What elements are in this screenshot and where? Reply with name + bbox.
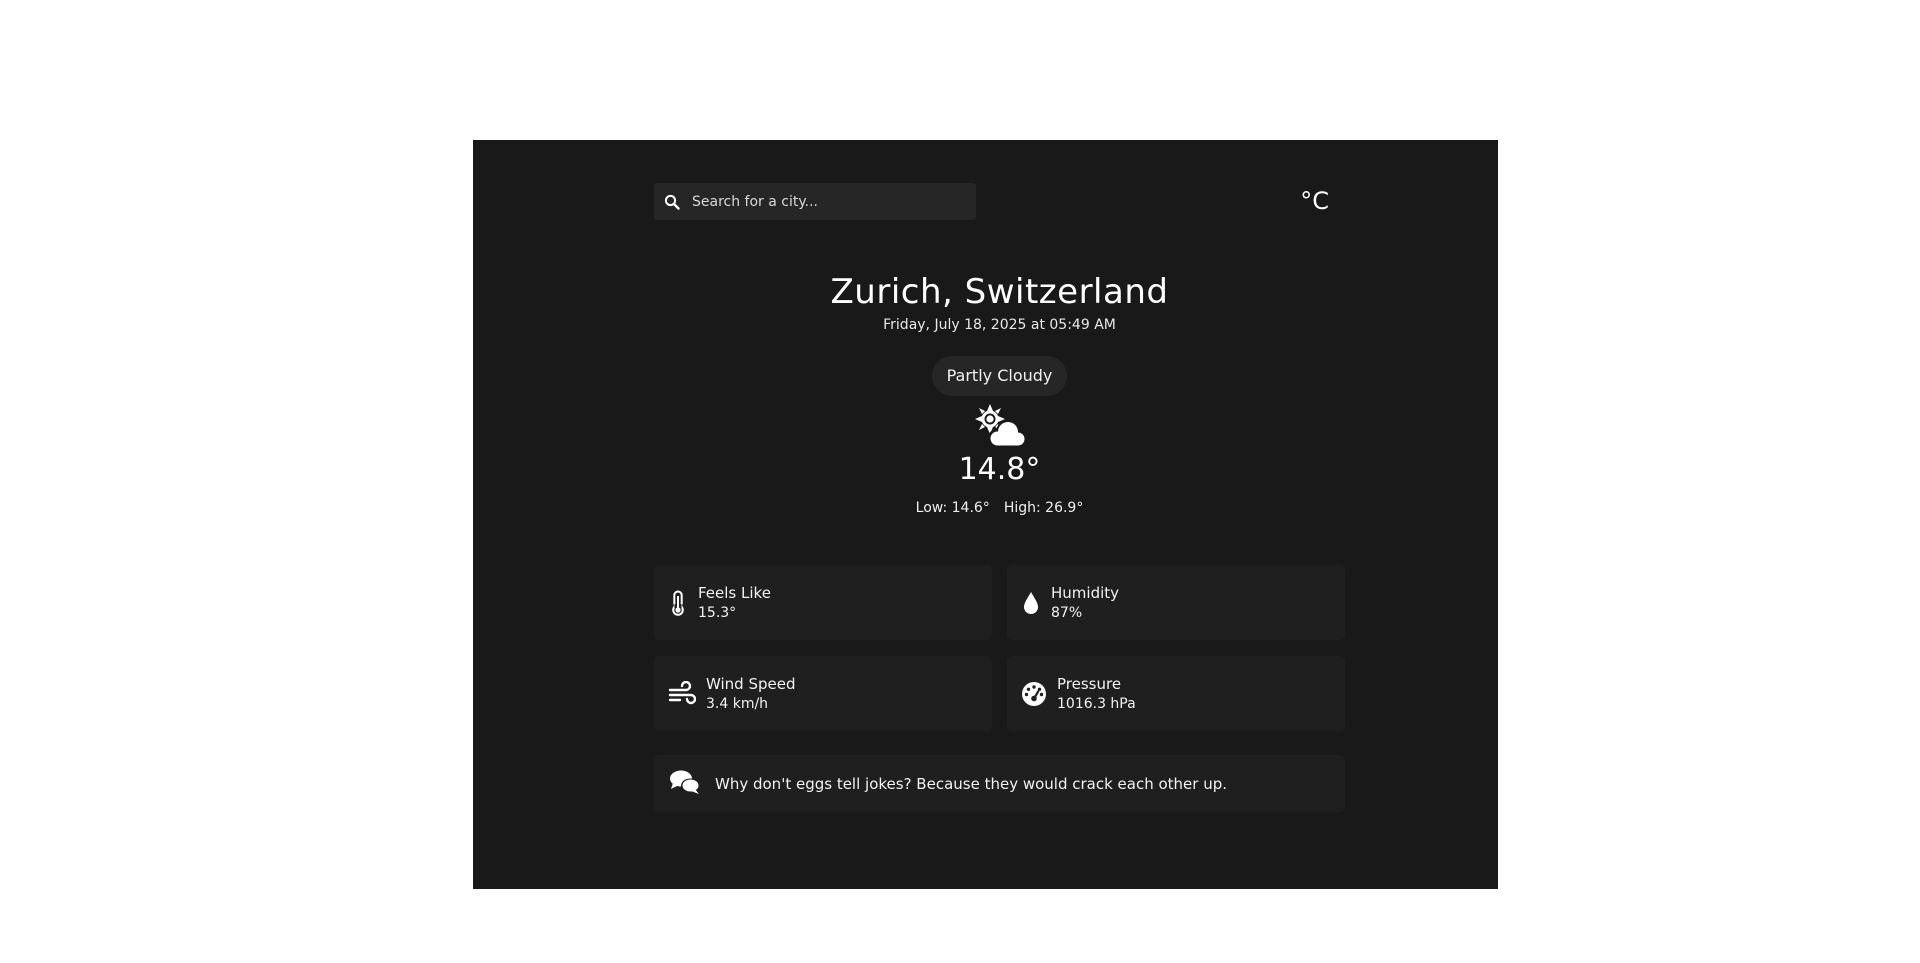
humidity-label: Humidity — [1051, 583, 1120, 602]
pressure-card: Pressure 1016.3 hPa — [1007, 656, 1345, 731]
pressure-label: Pressure — [1057, 674, 1122, 693]
location-title: Zurich, Switzerland — [830, 272, 1169, 312]
feels-like-card: Feels Like 15.3° — [654, 565, 992, 640]
high-temperature: High: 26.9° — [1003, 500, 1084, 516]
low-temperature: Low: 14.6° — [915, 500, 990, 516]
search-box[interactable] — [654, 183, 976, 220]
weather-content: °C Zurich, Switzerland Friday, July 18, … — [654, 183, 1345, 812]
partly-cloudy-icon — [654, 402, 1345, 450]
top-bar: °C — [654, 183, 1345, 220]
thermometer-icon — [668, 590, 688, 616]
pressure-value: 1016.3 hPa — [1057, 695, 1136, 712]
feels-like-value: 15.3° — [698, 604, 737, 621]
wind-speed-label: Wind Speed — [706, 674, 796, 693]
joke-card: Why don't eggs tell jokes? Because they … — [654, 755, 1345, 812]
droplet-icon — [1021, 590, 1041, 616]
humidity-card: Humidity 87% — [1007, 565, 1345, 640]
details-grid: Feels Like 15.3° Humidity 87% Wind Speed… — [654, 565, 1345, 731]
wind-speed-value: 3.4 km/h — [706, 695, 769, 712]
condition-badge: Partly Cloudy — [931, 356, 1068, 396]
wind-speed-text: Wind Speed 3.4 km/h — [706, 674, 796, 714]
joke-text: Why don't eggs tell jokes? Because they … — [715, 774, 1228, 793]
humidity-value: 87% — [1051, 604, 1083, 621]
date-time: Friday, July 18, 2025 at 05:49 AM — [883, 317, 1116, 333]
search-icon — [664, 194, 680, 210]
low-high-temperatures: Low: 14.6° High: 26.9° — [654, 500, 1345, 516]
humidity-text: Humidity 87% — [1051, 583, 1119, 623]
search-input[interactable] — [692, 193, 952, 210]
feels-like-label: Feels Like — [698, 583, 771, 602]
chat-bubbles-icon — [669, 769, 701, 799]
pressure-text: Pressure 1016.3 hPa — [1057, 674, 1136, 714]
feels-like-text: Feels Like 15.3° — [698, 583, 771, 623]
unit-toggle-button[interactable]: °C — [1300, 185, 1329, 217]
condition-wrap: Partly Cloudy — [654, 356, 1345, 396]
gauge-icon — [1021, 681, 1047, 707]
wind-speed-card: Wind Speed 3.4 km/h — [654, 656, 992, 731]
wind-icon — [668, 680, 696, 707]
current-temperature: 14.8° — [958, 452, 1041, 487]
weather-app-panel: °C Zurich, Switzerland Friday, July 18, … — [473, 140, 1498, 889]
